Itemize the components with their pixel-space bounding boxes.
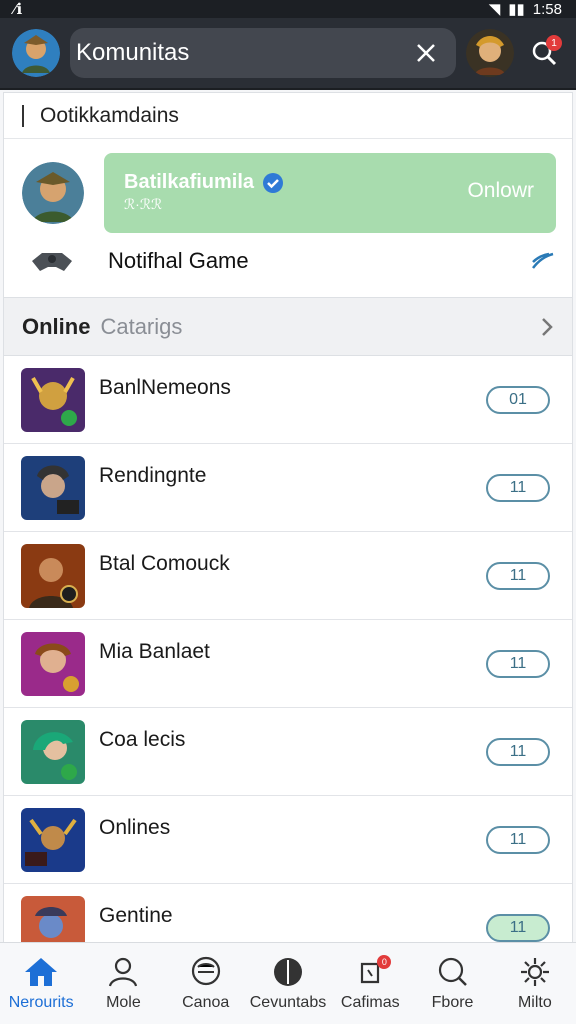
chat-icon bbox=[191, 956, 220, 985]
search-icon bbox=[438, 957, 467, 986]
game-count-pill[interactable]: 11 bbox=[486, 473, 550, 502]
nav-search[interactable]: Fbore bbox=[411, 943, 493, 1024]
online-status: Onlowr bbox=[467, 179, 534, 202]
game-title: Mia Banlaet bbox=[99, 639, 210, 663]
user-icon bbox=[109, 957, 138, 986]
game-count-pill[interactable]: 11 bbox=[486, 913, 550, 942]
nav-label: Cevuntabs bbox=[249, 993, 327, 1011]
screen: ⁄ℹ ◥ ▮▮ 1:58 1 Ootikkamdains bbox=[0, 0, 576, 1024]
game-controller-icon bbox=[32, 253, 72, 271]
game-count-pill[interactable]: 11 bbox=[486, 561, 550, 590]
section-title: Online bbox=[22, 313, 91, 339]
nav-notifications[interactable]: 0 Cafimas bbox=[329, 943, 411, 1024]
game-count-pill[interactable]: 11 bbox=[486, 825, 550, 854]
game-thumbnail bbox=[21, 543, 85, 608]
nav-settings[interactable]: Milto bbox=[494, 943, 576, 1024]
game-thumbnail bbox=[21, 631, 85, 696]
player-name: Batilkafiumila bbox=[124, 171, 255, 193]
section-header[interactable]: Online Catarigs bbox=[3, 298, 573, 356]
game-title: Onlines bbox=[99, 815, 171, 839]
card-header: Ootikkamdains bbox=[4, 93, 572, 139]
player-avatar[interactable] bbox=[22, 162, 84, 224]
nav-chat[interactable]: Canoa bbox=[165, 943, 247, 1024]
game-count-pill[interactable]: 11 bbox=[486, 737, 550, 766]
game-title: Gentine bbox=[99, 903, 173, 927]
nav-compass[interactable]: Cevuntabs bbox=[247, 943, 329, 1024]
clock: 1:58 bbox=[532, 0, 562, 18]
featured-player[interactable]: Batilkafiumila ℛ·ℛℛ Onlowr bbox=[4, 139, 572, 241]
nav-label: Mole bbox=[106, 993, 141, 1011]
game-title: Btal Comouck bbox=[99, 551, 230, 575]
section-subtitle: Catarigs bbox=[100, 313, 183, 339]
list-item[interactable]: Rendingnte 11 bbox=[4, 444, 572, 532]
feed-icon[interactable] bbox=[530, 250, 556, 272]
nav-label: Cafimas bbox=[340, 993, 400, 1011]
nav-home[interactable]: Nerourits bbox=[0, 943, 82, 1024]
notification-label: Notifhal Game bbox=[108, 248, 249, 273]
gear-icon bbox=[520, 957, 549, 986]
signal-icon: ▮▮ bbox=[508, 1, 525, 18]
wifi-icon: ◥ bbox=[488, 1, 501, 18]
home-icon bbox=[25, 957, 58, 986]
list-item[interactable]: Btal Comouck 11 bbox=[4, 532, 572, 620]
hero-avatar[interactable] bbox=[466, 29, 514, 77]
status-left: ⁄ℹ bbox=[14, 1, 23, 18]
game-thumbnail bbox=[21, 807, 85, 872]
card-title: Ootikkamdains bbox=[40, 103, 179, 127]
game-count-pill[interactable]: 01 bbox=[486, 385, 550, 414]
game-thumbnail bbox=[21, 455, 85, 520]
notification-row[interactable]: Notifhal Game bbox=[4, 241, 572, 297]
top-bar: 1 bbox=[0, 18, 576, 90]
chevron-right-icon[interactable] bbox=[540, 316, 554, 338]
game-title: Coa lecis bbox=[99, 727, 186, 751]
game-thumbnail bbox=[21, 719, 85, 784]
nav-label: Canoa bbox=[182, 993, 230, 1011]
game-thumbnail bbox=[21, 367, 85, 432]
status-bar: ⁄ℹ ◥ ▮▮ 1:58 bbox=[0, 0, 576, 18]
search-input[interactable] bbox=[76, 39, 406, 67]
compass-icon bbox=[273, 957, 302, 986]
game-count-pill[interactable]: 11 bbox=[486, 649, 550, 678]
list-item[interactable]: BanlNemeons 01 bbox=[4, 356, 572, 444]
list-item[interactable]: Mia Banlaet 11 bbox=[4, 620, 572, 708]
game-list: BanlNemeons 01 Rendingnte 11 Btal Comouc… bbox=[3, 356, 573, 972]
divider bbox=[22, 104, 24, 127]
game-title: BanlNemeons bbox=[99, 375, 231, 399]
community-card: Ootikkamdains Batilkafiumila ℛ·ℛℛ Onlowr… bbox=[3, 92, 573, 298]
nav-label: Milto bbox=[517, 993, 552, 1011]
list-item[interactable]: Onlines 11 bbox=[4, 796, 572, 884]
notification-badge: 1 bbox=[546, 35, 562, 51]
search-button[interactable]: 1 bbox=[524, 33, 564, 73]
search-box[interactable] bbox=[70, 28, 456, 78]
verified-icon bbox=[263, 172, 284, 193]
nav-profile[interactable]: Mole bbox=[82, 943, 164, 1024]
nav-label: Nerourits bbox=[8, 993, 74, 1011]
nav-label: Fbore bbox=[431, 993, 474, 1011]
game-title: Rendingnte bbox=[99, 463, 207, 487]
nav-badge: 0 bbox=[377, 955, 392, 969]
player-status-card[interactable]: Batilkafiumila ℛ·ℛℛ Onlowr bbox=[104, 153, 556, 233]
list-item[interactable]: Coa lecis 11 bbox=[4, 708, 572, 796]
clear-icon[interactable] bbox=[406, 33, 446, 73]
profile-avatar[interactable] bbox=[12, 29, 60, 77]
bottom-nav: Nerourits Mole Canoa Cevuntabs 0 Cafimas… bbox=[0, 942, 576, 1024]
